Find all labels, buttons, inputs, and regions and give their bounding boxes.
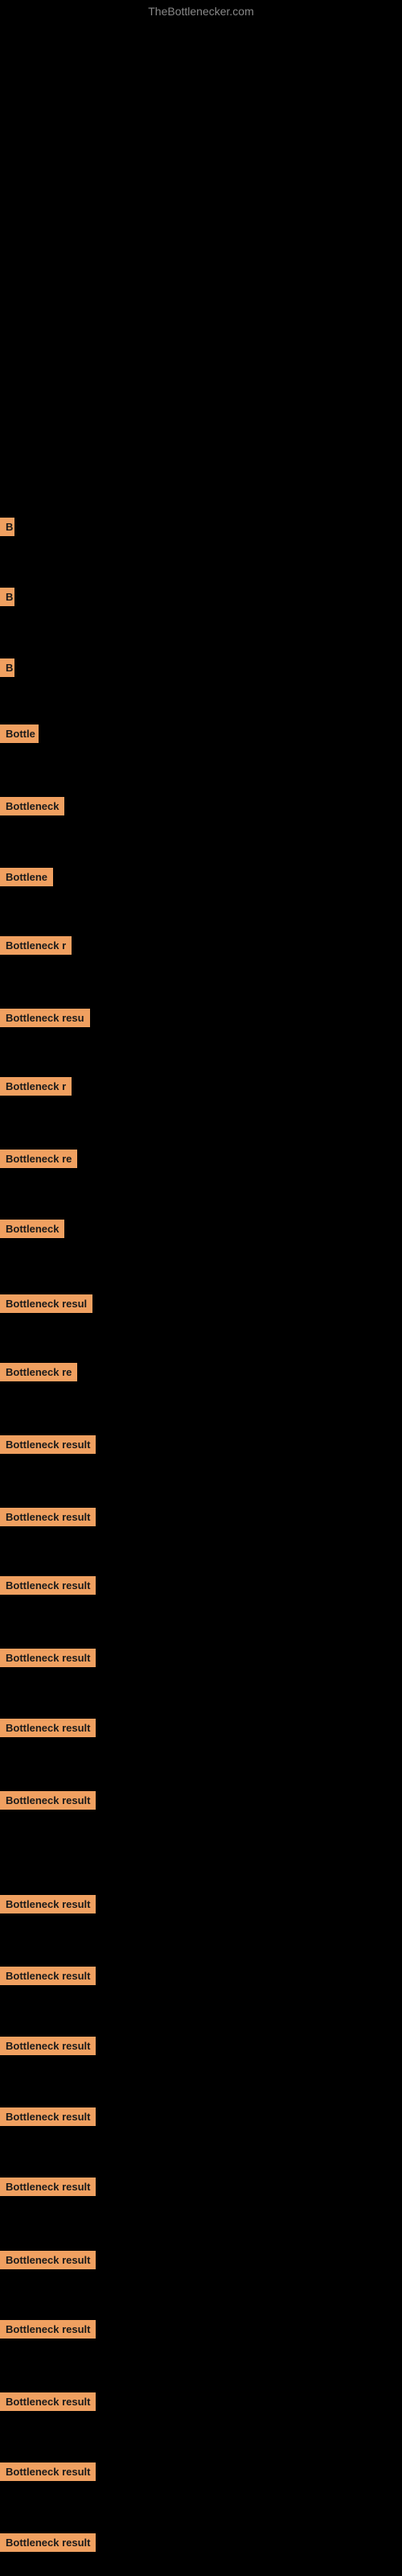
bottleneck-label-6: Bottlene <box>0 868 53 886</box>
bottleneck-label-16: Bottleneck result <box>0 1576 96 1595</box>
bottleneck-label-26: Bottleneck result <box>0 2320 96 2339</box>
bottleneck-label-21: Bottleneck result <box>0 1967 96 1985</box>
bottleneck-label-23: Bottleneck result <box>0 2107 96 2126</box>
bottleneck-label-11: Bottleneck <box>0 1220 64 1238</box>
site-title: TheBottlenecker.com <box>148 5 254 18</box>
bottleneck-label-5: Bottleneck <box>0 797 64 815</box>
bottleneck-label-1: B <box>0 518 14 536</box>
bottleneck-label-25: Bottleneck result <box>0 2251 96 2269</box>
site-title-container: TheBottlenecker.com <box>0 0 402 19</box>
bottleneck-label-14: Bottleneck result <box>0 1435 96 1454</box>
bottleneck-label-19: Bottleneck result <box>0 1791 96 1810</box>
bottleneck-label-3: B <box>0 658 14 677</box>
bottleneck-label-27: Bottleneck result <box>0 2392 96 2411</box>
bottleneck-label-22: Bottleneck result <box>0 2037 96 2055</box>
bottleneck-label-7: Bottleneck r <box>0 936 72 955</box>
bottleneck-label-28: Bottleneck result <box>0 2462 96 2481</box>
bottleneck-label-13: Bottleneck re <box>0 1363 77 1381</box>
bottleneck-label-24: Bottleneck result <box>0 2178 96 2196</box>
bottleneck-label-12: Bottleneck resul <box>0 1294 92 1313</box>
bottleneck-label-18: Bottleneck result <box>0 1719 96 1737</box>
bottleneck-label-2: B <box>0 588 14 606</box>
bottleneck-label-29: Bottleneck result <box>0 2533 96 2552</box>
bottleneck-label-4: Bottle <box>0 724 39 743</box>
bottleneck-label-20: Bottleneck result <box>0 1895 96 1913</box>
bottleneck-label-8: Bottleneck resu <box>0 1009 90 1027</box>
bottleneck-label-10: Bottleneck re <box>0 1150 77 1168</box>
bottleneck-label-17: Bottleneck result <box>0 1649 96 1667</box>
bottleneck-label-9: Bottleneck r <box>0 1077 72 1096</box>
bottleneck-label-15: Bottleneck result <box>0 1508 96 1526</box>
